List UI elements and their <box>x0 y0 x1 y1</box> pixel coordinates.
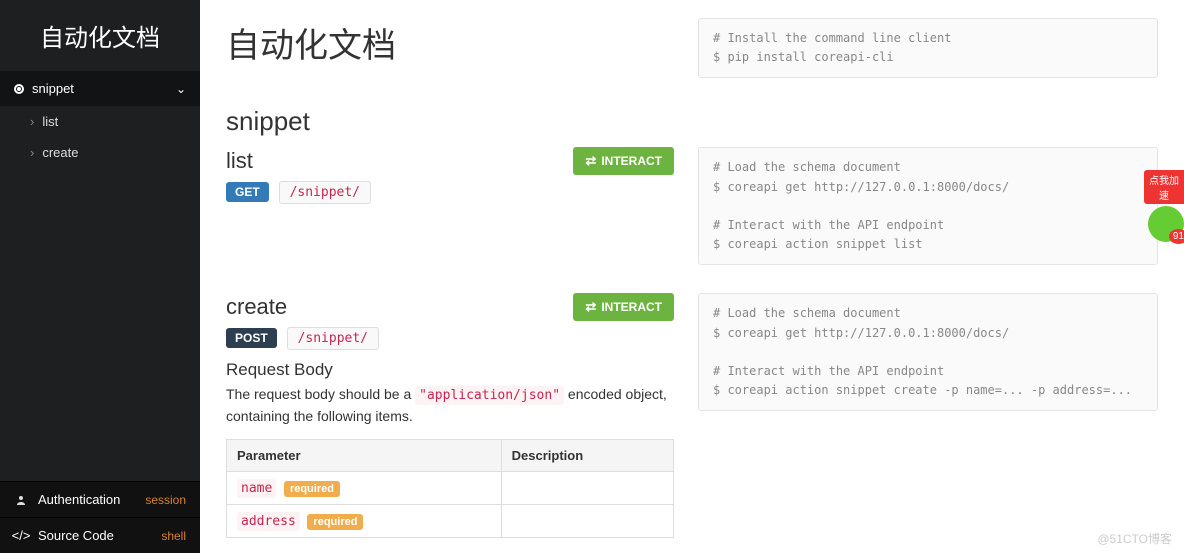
params-table: Parameter Description name required <box>226 439 674 538</box>
col-parameter: Parameter <box>227 439 502 471</box>
method-badge-post: POST <box>226 328 277 348</box>
user-icon <box>14 494 28 506</box>
float-tag: 点我加速 <box>1144 170 1184 204</box>
interact-button-list[interactable]: ⇄ INTERACT <box>573 147 674 175</box>
auth-label: Authentication <box>38 492 120 507</box>
target-icon <box>14 84 24 94</box>
section-title-snippet: snippet <box>226 106 1158 137</box>
sidebar-footer-auth[interactable]: Authentication session <box>0 481 200 517</box>
sidebar-item-create[interactable]: create <box>0 137 200 168</box>
required-badge: required <box>307 514 363 530</box>
required-badge: required <box>284 481 340 497</box>
code-icon: </> <box>14 528 28 543</box>
endpoint-title-list: list <box>226 148 573 174</box>
endpoint-title-create: create <box>226 294 573 320</box>
sidebar: 自动化文档 snippet ⌄ list create Authenticati… <box>0 0 200 553</box>
interact-button-create[interactable]: ⇄ INTERACT <box>573 293 674 321</box>
interact-label: INTERACT <box>601 300 662 314</box>
sidebar-item-list[interactable]: list <box>0 106 200 137</box>
param-desc <box>501 504 673 537</box>
source-value: shell <box>161 529 186 543</box>
float-ball-icon[interactable] <box>1148 206 1184 242</box>
param-name: address <box>237 512 300 531</box>
endpoint-path-create: /snippet/ <box>287 327 379 350</box>
encoding-tag: "application/json" <box>415 386 564 405</box>
main-content: 自动化文档 # Install the command line client … <box>200 0 1184 553</box>
float-widget[interactable]: 点我加速 <box>1144 170 1184 242</box>
table-row: address required <box>227 504 674 537</box>
table-row: name required <box>227 471 674 504</box>
sidebar-spacer <box>0 168 200 481</box>
method-badge-get: GET <box>226 182 269 202</box>
interact-label: INTERACT <box>601 154 662 168</box>
request-body-desc: The request body should be a "applicatio… <box>226 384 674 427</box>
desc-pre: The request body should be a <box>226 386 415 402</box>
col-description: Description <box>501 439 673 471</box>
watermark: @51CTO博客 <box>1097 530 1172 547</box>
shell-create: # Load the schema document $ coreapi get… <box>698 293 1158 411</box>
swap-icon: ⇄ <box>585 153 596 169</box>
endpoint-path-list: /snippet/ <box>279 181 371 204</box>
sidebar-footer-source[interactable]: </> Source Code shell <box>0 517 200 553</box>
source-label: Source Code <box>38 528 114 543</box>
request-body-heading: Request Body <box>226 360 674 380</box>
sidebar-title: 自动化文档 <box>0 0 200 71</box>
swap-icon: ⇄ <box>585 299 596 315</box>
sidebar-section-label: snippet <box>32 81 74 96</box>
auth-value: session <box>145 493 186 507</box>
sidebar-section-snippet[interactable]: snippet ⌄ <box>0 71 200 106</box>
chevron-down-icon: ⌄ <box>176 82 186 96</box>
install-shell: # Install the command line client $ pip … <box>698 18 1158 78</box>
shell-list: # Load the schema document $ coreapi get… <box>698 147 1158 265</box>
param-name: name <box>237 479 276 498</box>
page-title: 自动化文档 <box>226 18 674 67</box>
param-desc <box>501 471 673 504</box>
